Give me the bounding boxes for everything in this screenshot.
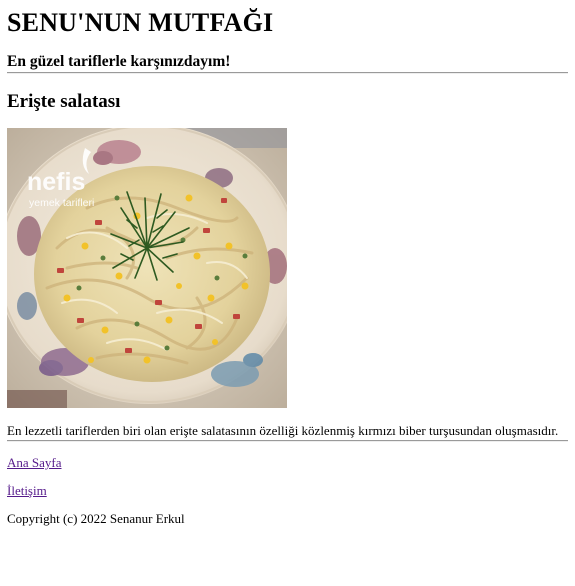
recipe-photo: nefis yemek tarifleri — [7, 128, 287, 408]
contact-link[interactable]: İletişim — [7, 483, 47, 499]
recipe-title: Erişte salatası — [7, 91, 121, 112]
recipe-description: En lezzetli tariflerden biri olan erişte… — [7, 423, 559, 438]
header-divider — [7, 72, 568, 74]
site-tagline: En güzel tariflerle karşınızdayım! — [7, 53, 231, 70]
copyright-text: Copyright (c) 2022 Senanur Erkul — [7, 511, 185, 526]
watermark-brand: nefis — [27, 168, 85, 196]
home-link[interactable]: Ana Sayfa — [7, 455, 62, 471]
footer-divider — [7, 440, 568, 442]
page: SENU'NUN MUTFAĞI En güzel tariflerle kar… — [0, 0, 575, 527]
site-title: SENU'NUN MUTFAĞI — [7, 8, 274, 37]
watermark-sub: yemek tarifleri — [29, 197, 94, 209]
